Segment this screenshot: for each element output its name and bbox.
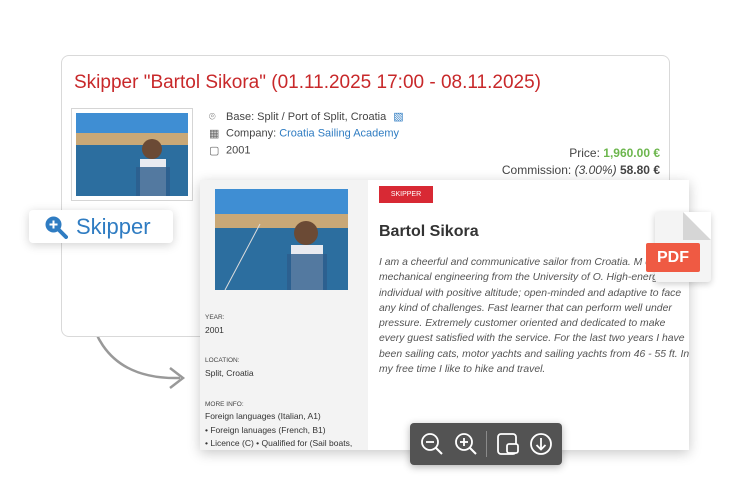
role-badge: SKIPPER xyxy=(379,186,433,203)
base-line: ⌾ Base: Split / Port of Split, Croatia ▧ xyxy=(209,110,404,123)
pdf-label[interactable]: PDF xyxy=(646,243,700,272)
toolbar-divider xyxy=(486,431,487,457)
skipper-photo xyxy=(71,108,193,201)
preview-toolbar xyxy=(410,423,562,465)
download-icon[interactable] xyxy=(527,430,555,458)
map-icon[interactable]: ▧ xyxy=(393,111,403,123)
location-value: Split, Croatia xyxy=(205,368,254,378)
more-info-line: • Foreign lanuages (French, B1) xyxy=(205,425,326,435)
price: Price: 1,960.00 € xyxy=(569,146,660,160)
year-label: YEAR: xyxy=(205,314,225,321)
commission: Commission: (3.00%) 58.80 € xyxy=(501,163,660,177)
year-line: ▢ 2001 xyxy=(209,144,251,157)
profile-sidebar: YEAR: 2001 LOCATION: Split, Croatia MORE… xyxy=(200,180,368,450)
skipper-bio: I am a cheerful and communicative sailor… xyxy=(379,257,689,376)
more-info-label: MORE INFO: xyxy=(205,401,244,408)
location-pin-icon: ⌾ xyxy=(209,110,216,123)
zoom-in-icon xyxy=(45,216,68,239)
location-label: LOCATION: xyxy=(205,357,240,364)
calendar-icon: ▢ xyxy=(209,145,220,157)
building-icon: ▦ xyxy=(209,128,220,140)
more-info-line: Foreign languages (Italian, A1) xyxy=(205,411,321,421)
company-line: ▦ Company: Croatia Sailing Academy xyxy=(209,127,400,140)
skipper-photo xyxy=(215,189,348,290)
skipper-zoom-label[interactable]: Skipper xyxy=(29,210,173,243)
skipper-name: Bartol Sikora xyxy=(379,223,479,240)
fit-page-icon[interactable] xyxy=(494,430,522,458)
zoom-in-icon[interactable] xyxy=(452,430,480,458)
skipper-profile-preview: YEAR: 2001 LOCATION: Split, Croatia MORE… xyxy=(200,180,689,450)
year-value: 2001 xyxy=(205,325,224,335)
zoom-out-icon[interactable] xyxy=(418,430,446,458)
page-title: Skipper "Bartol Sikora" (01.11.2025 17:0… xyxy=(74,72,541,93)
company-link[interactable]: Croatia Sailing Academy xyxy=(279,127,399,139)
more-info-line: • Licence (C) • Qualified for (Sail boat… xyxy=(205,438,353,448)
